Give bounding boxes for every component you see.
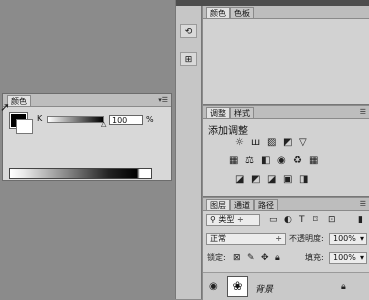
lock-position-icon[interactable]: ✥ (261, 253, 269, 263)
channel-label: K (37, 114, 43, 123)
black-white-icon[interactable]: ◧ (261, 156, 270, 166)
blend-mode-select[interactable]: 正常 ÷ (206, 233, 286, 245)
dock-topbar (176, 0, 203, 6)
slider-thumb-icon[interactable]: △ (101, 121, 106, 128)
k-value-input[interactable]: 100 (109, 115, 143, 125)
lock-label: 锁定: (207, 253, 226, 262)
layers-panel: 图层 通道 路径 ☰ ⚲ 类型 ÷ ▭ ◐ T ⌑ ⊡ ▮ 正常 ÷ 不透明度:… (203, 198, 369, 300)
threshold-icon[interactable]: ◪ (267, 175, 276, 185)
color-dock: 颜色 色板 (203, 6, 369, 105)
tab-layers[interactable]: 图层 (206, 199, 230, 210)
layer-row[interactable]: ◉ ❀ 背景 🔒︎ (203, 272, 369, 300)
fill-input[interactable]: 100% ▾ (329, 252, 367, 264)
adjustments-menu-icon[interactable]: ☰ (360, 107, 366, 117)
k-slider-track[interactable] (47, 116, 104, 123)
filter-toggle-icon[interactable]: ▮ (358, 215, 363, 225)
color-panel: 颜色 ▾☰ K △ 100 % ➚ (0, 93, 172, 181)
color-panel-tabbar: 颜色 ▾☰ (3, 94, 171, 107)
fill-value: 100% (333, 253, 356, 262)
invert-icon[interactable]: ◪ (235, 175, 244, 185)
adjustments-tabbar: 调整 样式 ☰ (203, 106, 369, 119)
visibility-eye-icon[interactable]: ◉ (209, 282, 218, 292)
exposure-icon[interactable]: ◩ (283, 138, 292, 148)
channel-mixer-icon[interactable]: ♻ (293, 156, 302, 166)
panel-menu-icon[interactable]: ▾☰ (158, 95, 168, 105)
layers-menu-icon[interactable]: ☰ (360, 199, 366, 209)
fill-label: 填充: (305, 253, 324, 262)
tab-color[interactable]: 颜色 (7, 95, 31, 106)
tab-swatches[interactable]: 色板 (230, 7, 254, 18)
blend-mode-value: 正常 (210, 234, 226, 243)
tab-channels[interactable]: 通道 (230, 199, 254, 210)
curves-icon[interactable]: ▨ (267, 138, 276, 148)
chevron-down-icon: ▾ (359, 234, 364, 243)
hue-saturation-icon[interactable]: ▦ (229, 156, 238, 166)
color-lookup-icon[interactable]: ▦ (309, 156, 318, 166)
dock-icon-strip: ⟲ ⊞ (175, 0, 203, 299)
shape-filter-icon[interactable]: ⌑ (313, 215, 318, 225)
lock-icon: 🔒︎ (341, 282, 346, 292)
layer-filter-label: 类型 (218, 215, 235, 224)
chevron-down-icon: ▾ (359, 253, 364, 262)
type-filter-icon[interactable]: T (299, 215, 305, 225)
tab-styles[interactable]: 样式 (230, 107, 254, 118)
vibrance-icon[interactable]: ▽ (299, 138, 307, 148)
smart-object-filter-icon[interactable]: ⊡ (328, 215, 336, 225)
lock-all-icon[interactable]: 🔒︎ (275, 253, 280, 263)
layer-name[interactable]: 背景 (255, 282, 273, 295)
posterize-icon[interactable]: ◩ (251, 175, 260, 185)
history-icon[interactable]: ⟲ (180, 24, 197, 38)
tab-paths[interactable]: 路径 (254, 199, 278, 210)
opacity-value: 100% (333, 234, 356, 243)
select-arrows-icon: ÷ (275, 234, 282, 243)
pixel-filter-icon[interactable]: ▭ (269, 215, 278, 225)
gradient-map-icon[interactable]: ◨ (299, 175, 308, 185)
background-color-swatch[interactable] (16, 119, 33, 134)
color-balance-icon[interactable]: ⚖ (245, 156, 254, 166)
layer-thumbnail: ❀ (227, 276, 248, 297)
lock-transparent-icon[interactable]: ⊠ (233, 253, 241, 263)
properties-icon[interactable]: ⊞ (180, 52, 197, 66)
unit-label: % (146, 115, 154, 124)
levels-icon[interactable]: ш (251, 138, 260, 148)
layers-tabbar: 图层 通道 路径 ☰ (203, 198, 369, 211)
adjustments-heading: 添加调整 (208, 126, 248, 137)
adjustment-filter-icon[interactable]: ◐ (284, 215, 292, 225)
lock-pixels-icon[interactable]: ✎ (247, 253, 255, 263)
opacity-input[interactable]: 100% ▾ (329, 233, 367, 245)
color-ramp[interactable] (9, 168, 152, 179)
color-dock-tabbar: 颜色 色板 (203, 6, 369, 19)
tab-adjustments[interactable]: 调整 (206, 107, 230, 118)
layer-filter-select[interactable]: ⚲ 类型 ÷ (206, 214, 260, 226)
tab-color-dock[interactable]: 颜色 (206, 7, 230, 18)
opacity-label: 不透明度: (289, 234, 324, 243)
select-arrows-icon: ÷ (236, 215, 244, 224)
selective-color-icon[interactable]: ▣ (283, 175, 292, 185)
cursor-icon: ➚ (0, 100, 11, 114)
brightness-icon[interactable]: ☼ (235, 138, 244, 148)
photo-filter-icon[interactable]: ◉ (277, 156, 286, 166)
adjustments-panel: 调整 样式 ☰ 添加调整 ☼ ш ▨ ◩ ▽ ▦ ⚖ ◧ ◉ ♻ ▦ ◪ ◩ ◪… (203, 106, 369, 197)
